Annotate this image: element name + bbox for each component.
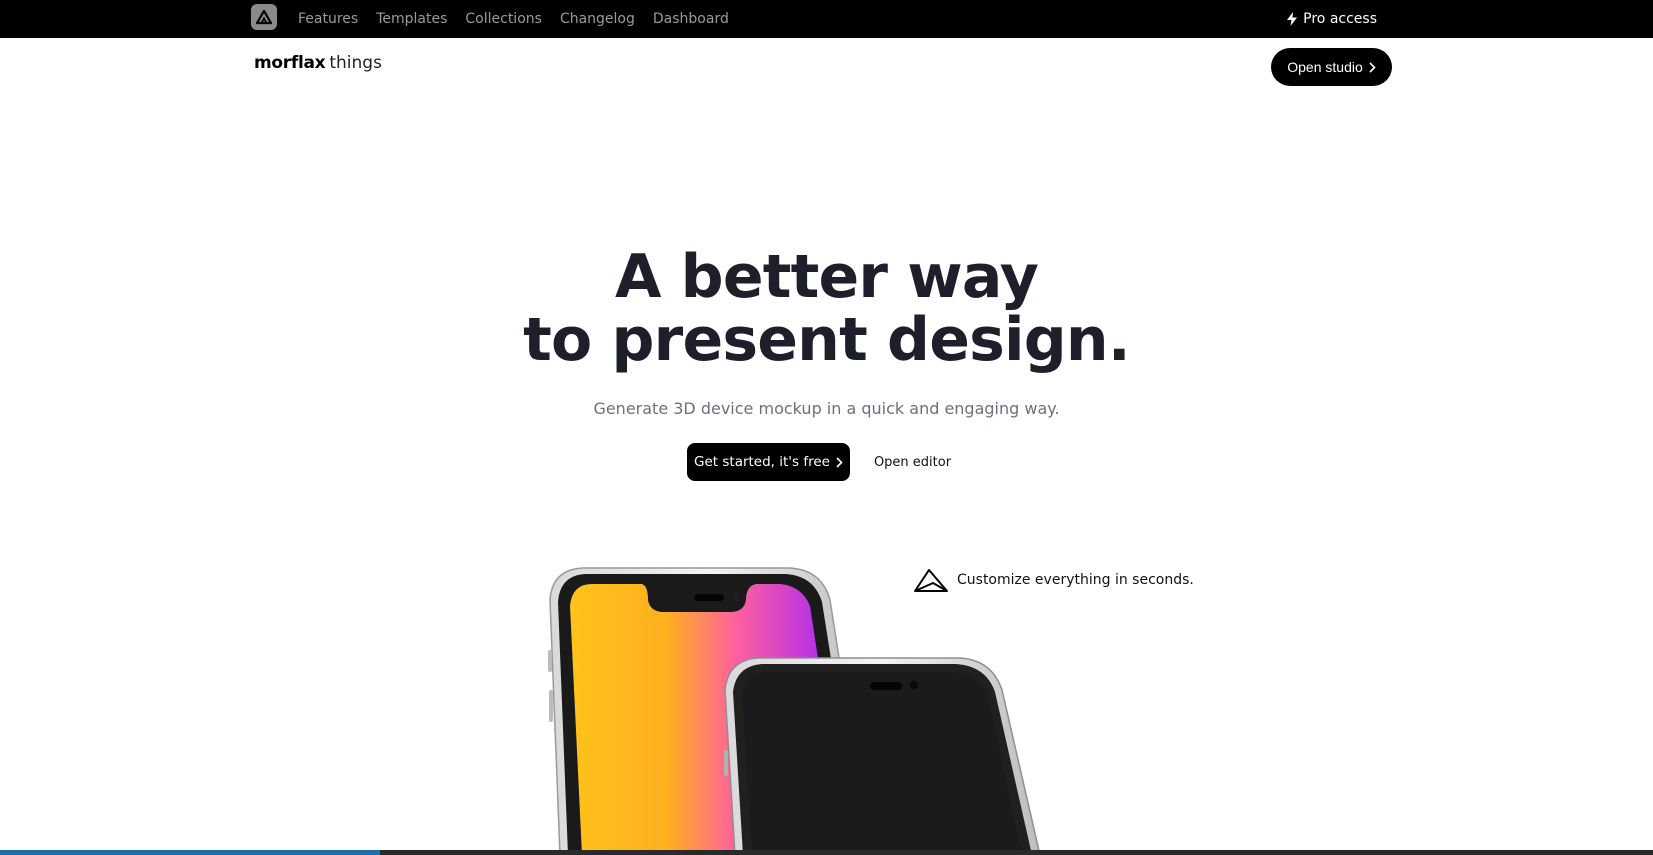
hero-title-line-2: to present design. xyxy=(523,305,1131,375)
pro-access-link[interactable]: Pro access xyxy=(1287,0,1377,38)
hero-title-line-1: A better way xyxy=(614,242,1039,312)
open-studio-label: Open studio xyxy=(1287,59,1363,75)
top-nav: Features Templates Collections Changelog… xyxy=(298,0,729,38)
lightning-icon xyxy=(1287,12,1298,26)
brand-suffix: things xyxy=(329,53,382,73)
bottom-strip xyxy=(0,850,1653,855)
phone-dark xyxy=(724,657,1041,855)
open-studio-button[interactable]: Open studio xyxy=(1271,48,1392,86)
nav-templates[interactable]: Templates xyxy=(376,11,447,27)
nav-dashboard[interactable]: Dashboard xyxy=(653,11,729,27)
phone-mockups-illustration xyxy=(548,567,1041,855)
chevron-right-icon xyxy=(836,456,843,468)
bottom-strip-accent xyxy=(0,850,380,855)
nav-features[interactable]: Features xyxy=(298,11,358,27)
get-started-label: Get started, it's free xyxy=(694,454,830,470)
chevron-right-icon xyxy=(1369,61,1376,73)
open-editor-link[interactable]: Open editor xyxy=(870,443,955,481)
hero-subtitle: Generate 3D device mockup in a quick and… xyxy=(593,399,1060,418)
get-started-button[interactable]: Get started, it's free xyxy=(687,443,850,481)
brand-logo[interactable]: morflax things xyxy=(254,53,382,73)
pro-access-label: Pro access xyxy=(1303,11,1377,27)
nav-changelog[interactable]: Changelog xyxy=(560,11,635,27)
brand-name: morflax xyxy=(254,53,326,73)
morflax-logo-icon[interactable] xyxy=(251,4,277,30)
hero-title: A better way to present design. xyxy=(0,246,1653,372)
nav-collections[interactable]: Collections xyxy=(465,11,542,27)
top-bar: Features Templates Collections Changelog… xyxy=(0,0,1653,38)
